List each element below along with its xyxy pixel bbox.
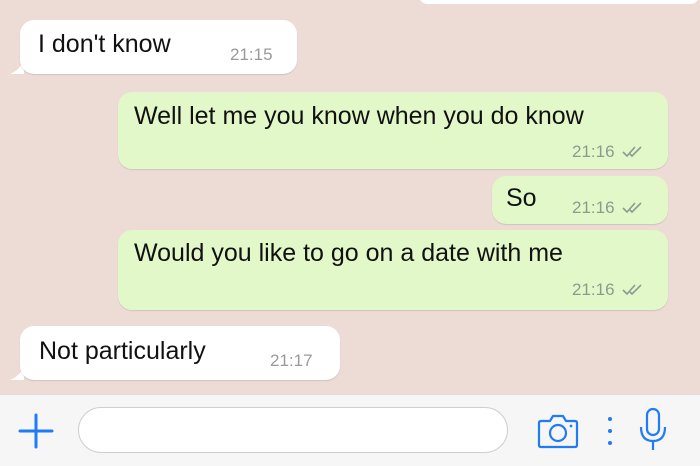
- message-bubble-outgoing[interactable]: So 21:16: [492, 176, 668, 224]
- message-text: So: [506, 184, 537, 212]
- message-time: 21:17: [270, 351, 313, 370]
- double-check-icon: [622, 146, 642, 158]
- message-bubble-outgoing[interactable]: Would you like to go on a date with me 2…: [118, 230, 668, 310]
- message-input-bar: [0, 394, 700, 466]
- message-time: 21:16: [572, 142, 615, 161]
- message-text: I don't know: [38, 30, 171, 58]
- message-text: Not particularly: [39, 337, 206, 365]
- message-bubble-incoming[interactable]: Not particularly 21:17: [20, 326, 340, 380]
- chat-area[interactable]: I don't know 21:15 Well let me you know …: [0, 0, 700, 394]
- message-text: Well let me you know when you do know: [134, 102, 584, 130]
- microphone-icon[interactable]: [638, 407, 668, 453]
- double-check-icon: [622, 284, 642, 296]
- double-check-icon: [622, 202, 642, 214]
- message-bubble-outgoing[interactable]: Well let me you know when you do know 21…: [118, 92, 668, 169]
- dots-icon[interactable]: [604, 413, 616, 449]
- plus-icon[interactable]: [16, 411, 56, 451]
- camera-icon[interactable]: [536, 411, 580, 451]
- message-time: 21:16: [572, 198, 615, 217]
- message-input[interactable]: [78, 407, 508, 453]
- message-text: Would you like to go on a date with me: [134, 239, 563, 267]
- message-time: 21:15: [230, 45, 273, 64]
- message-bubble-incoming[interactable]: I don't know 21:15: [20, 20, 297, 74]
- message-time: 21:16: [572, 280, 615, 299]
- previous-message-bubble: [418, 0, 700, 4]
